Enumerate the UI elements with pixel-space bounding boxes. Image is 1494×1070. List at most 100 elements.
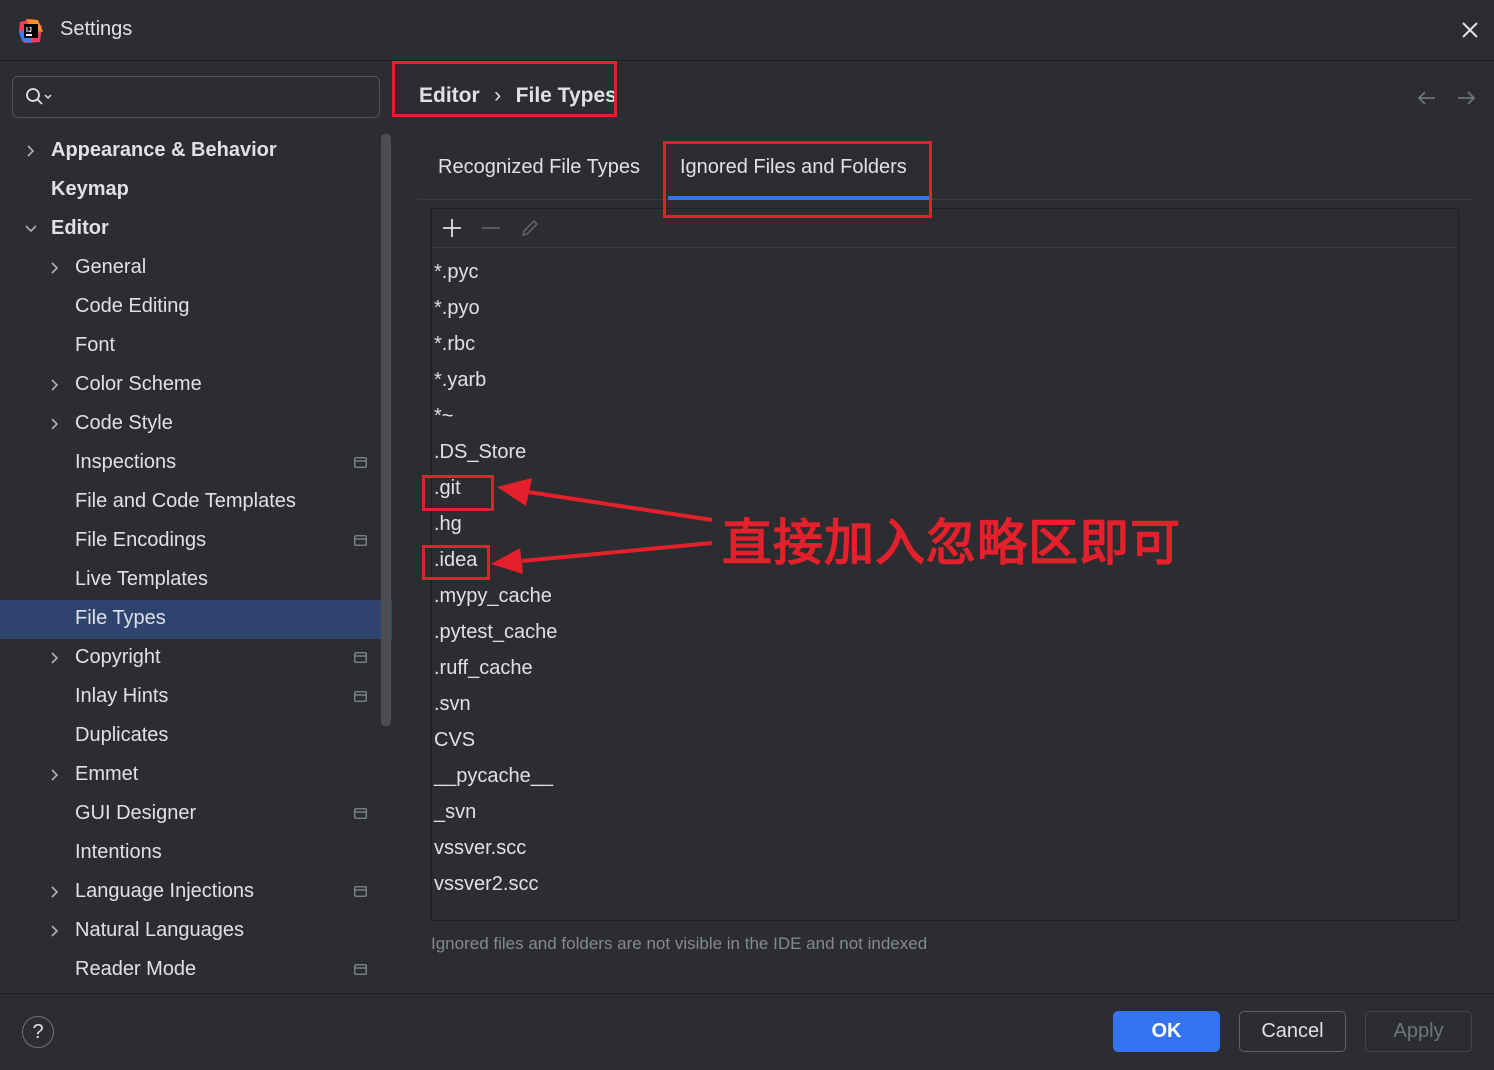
- ignored-pattern-item[interactable]: CVS: [434, 729, 475, 752]
- tab-recognized-file-types[interactable]: Recognized File Types: [438, 156, 640, 179]
- sidebar-item-label: Duplicates: [75, 724, 169, 746]
- sidebar-item-language-injections[interactable]: Language Injections: [0, 873, 392, 912]
- ignored-pattern-item[interactable]: .mypy_cache: [434, 585, 552, 608]
- sidebar-item-code-editing[interactable]: Code Editing: [0, 288, 392, 327]
- ignored-pattern-item[interactable]: *.yarb: [434, 369, 486, 392]
- sidebar-item-label: Language Injections: [75, 880, 255, 902]
- sidebar-item-label: General: [75, 256, 147, 278]
- sidebar-item-label: Editor: [51, 217, 109, 239]
- sidebar-item-natural-languages[interactable]: Natural Languages: [0, 912, 392, 951]
- ignored-pattern-item[interactable]: vssver2.scc: [434, 873, 538, 896]
- chevron-right-icon[interactable]: [48, 885, 62, 899]
- sidebar-item-label: File and Code Templates: [75, 490, 296, 512]
- chevron-right-icon[interactable]: [48, 261, 62, 275]
- breadcrumb-parent[interactable]: Editor: [419, 84, 480, 107]
- sidebar-item-file-encodings[interactable]: File Encodings: [0, 522, 392, 561]
- chevron-down-icon[interactable]: [24, 222, 38, 236]
- edit-icon[interactable]: [518, 216, 542, 240]
- ignored-pattern-item[interactable]: __pycache__: [434, 765, 553, 788]
- ignored-pattern-item[interactable]: _svn: [434, 801, 476, 824]
- remove-icon[interactable]: [479, 216, 503, 240]
- sidebar-item-label: File Encodings: [75, 529, 207, 551]
- sidebar-item-file-types[interactable]: File Types: [0, 600, 392, 639]
- active-tab-indicator: [668, 196, 930, 200]
- sidebar-item-label: Code Style: [75, 412, 173, 434]
- sidebar-item-font[interactable]: Font: [0, 327, 392, 366]
- sidebar-item-appearance-behavior[interactable]: Appearance & Behavior: [0, 132, 392, 171]
- ignored-pattern-item[interactable]: *~: [434, 405, 453, 428]
- annotation-box-ignored-tab: [663, 141, 932, 218]
- project-scope-icon: [354, 535, 367, 546]
- chevron-right-icon[interactable]: [48, 651, 62, 665]
- svg-text:IJ: IJ: [26, 27, 32, 34]
- ignored-pattern-item[interactable]: *.rbc: [434, 333, 475, 356]
- sidebar-item-label: Live Templates: [75, 568, 209, 590]
- project-scope-icon: [354, 457, 367, 468]
- list-toolbar: [432, 209, 1458, 248]
- settings-search[interactable]: [12, 76, 380, 118]
- ignored-pattern-item[interactable]: .hg: [434, 513, 462, 536]
- sidebar-item-keymap[interactable]: Keymap: [0, 171, 392, 210]
- ok-button[interactable]: OK: [1113, 1011, 1220, 1052]
- sidebar-item-label: Appearance & Behavior: [51, 139, 277, 161]
- ignored-pattern-item[interactable]: .idea: [434, 549, 477, 572]
- annotation-text: 直接加入忽略区即可: [722, 515, 1181, 571]
- ignored-pattern-item[interactable]: .ruff_cache: [434, 657, 533, 680]
- sidebar-item-general[interactable]: General: [0, 249, 392, 288]
- ignored-pattern-item[interactable]: *.pyo: [434, 297, 480, 320]
- chevron-right-icon[interactable]: [48, 417, 62, 431]
- sidebar-item-label: Inlay Hints: [75, 685, 169, 707]
- search-input[interactable]: [61, 83, 365, 111]
- ignored-pattern-item[interactable]: *.pyc: [434, 261, 478, 284]
- chevron-right-icon[interactable]: [48, 378, 62, 392]
- help-button[interactable]: ?: [22, 1016, 54, 1048]
- sidebar-item-file-and-code-templates[interactable]: File and Code Templates: [0, 483, 392, 522]
- forward-arrow-icon[interactable]: [1454, 88, 1478, 108]
- sidebar-item-inlay-hints[interactable]: Inlay Hints: [0, 678, 392, 717]
- add-icon[interactable]: [440, 216, 464, 240]
- ignored-pattern-item[interactable]: .svn: [434, 693, 471, 716]
- window-title: Settings: [60, 18, 133, 40]
- sidebar-item-label: File Types: [75, 607, 166, 629]
- intellij-logo-icon: IJ: [19, 19, 43, 43]
- sidebar-item-label: GUI Designer: [75, 802, 197, 824]
- search-icon: [26, 88, 52, 105]
- sidebar-item-label: Code Editing: [75, 295, 190, 317]
- sidebar-item-gui-designer[interactable]: GUI Designer: [0, 795, 392, 834]
- chevron-right-icon[interactable]: [48, 924, 62, 938]
- sidebar-item-code-style[interactable]: Code Style: [0, 405, 392, 444]
- ignored-files-hint: Ignored files and folders are not visibl…: [431, 934, 928, 953]
- ignored-pattern-item[interactable]: .DS_Store: [434, 441, 526, 464]
- sidebar-item-label: Keymap: [51, 178, 129, 200]
- sidebar-item-editor[interactable]: Editor: [0, 210, 392, 249]
- sidebar-item-label: Intentions: [75, 841, 162, 863]
- sidebar-item-duplicates[interactable]: Duplicates: [0, 717, 392, 756]
- sidebar-scrollbar[interactable]: [381, 134, 391, 726]
- chevron-right-icon[interactable]: [48, 768, 62, 782]
- ignored-pattern-item[interactable]: vssver.scc: [434, 837, 526, 860]
- ignored-pattern-item[interactable]: .git: [434, 477, 461, 500]
- sidebar-item-emmet[interactable]: Emmet: [0, 756, 392, 795]
- close-icon[interactable]: [1456, 16, 1484, 44]
- project-scope-icon: [354, 964, 367, 975]
- chevron-right-icon[interactable]: [24, 144, 38, 158]
- sidebar-item-color-scheme[interactable]: Color Scheme: [0, 366, 392, 405]
- sidebar-item-intentions[interactable]: Intentions: [0, 834, 392, 873]
- sidebar-item-inspections[interactable]: Inspections: [0, 444, 392, 483]
- sidebar-item-copyright[interactable]: Copyright: [0, 639, 392, 678]
- sidebar-item-label: Inspections: [75, 451, 177, 473]
- tab-ignored-files-and-folders[interactable]: Ignored Files and Folders: [680, 156, 907, 179]
- breadcrumb-current: File Types: [515, 84, 617, 107]
- project-scope-icon: [354, 808, 367, 819]
- sidebar-item-live-templates[interactable]: Live Templates: [0, 561, 392, 600]
- breadcrumb: Editor › File Types: [419, 84, 617, 108]
- sidebar-item-label: Color Scheme: [75, 373, 202, 395]
- sidebar-item-label: Reader Mode: [75, 958, 197, 980]
- sidebar-item-reader-mode[interactable]: Reader Mode: [0, 951, 392, 990]
- sidebar-item-label: Font: [75, 334, 116, 356]
- back-arrow-icon[interactable]: [1415, 88, 1439, 108]
- ignored-pattern-item[interactable]: .pytest_cache: [434, 621, 557, 644]
- apply-button[interactable]: Apply: [1365, 1011, 1472, 1052]
- title-bar: IJ Settings: [0, 0, 1494, 61]
- cancel-button[interactable]: Cancel: [1239, 1011, 1346, 1052]
